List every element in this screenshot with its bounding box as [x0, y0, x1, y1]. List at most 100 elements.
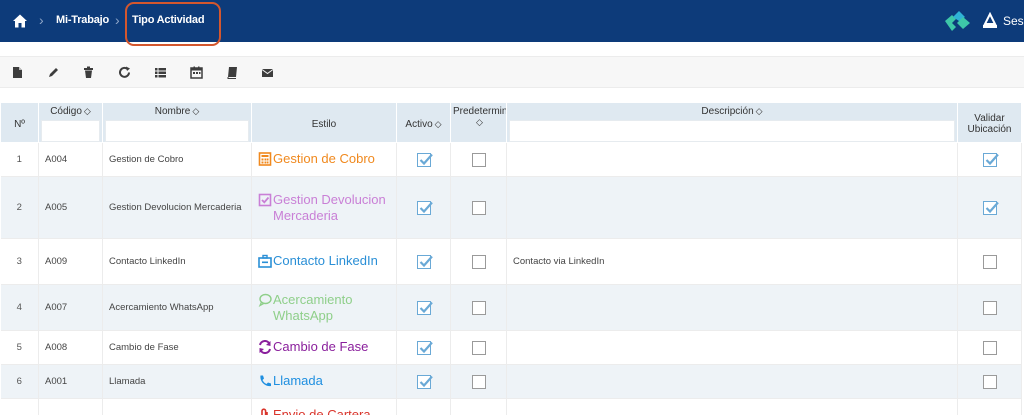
estilo-preview: Acercamiento WhatsApp	[258, 292, 390, 324]
nombre-text: Gestion de Cobro	[109, 154, 184, 165]
table-row[interactable]: 2 A005 Gestion Devolucion Mercaderia Gestio…	[0, 176, 1022, 239]
table-row[interactable]: Envio de Cartera	[0, 398, 1022, 415]
activo-checkbox[interactable]	[416, 254, 433, 269]
validar-ubicacion-checkbox[interactable]	[982, 340, 997, 355]
descripcion-cell	[506, 176, 958, 239]
validar-ubicacion-checkbox[interactable]	[982, 200, 999, 215]
codigo-filter-input[interactable]	[41, 120, 100, 142]
predeterminado-checkbox[interactable]	[471, 374, 486, 389]
column-header-activo[interactable]: Activo ◇	[396, 102, 451, 143]
table-row[interactable]: 6 A001 Llamada Llamada	[0, 364, 1022, 399]
sort-icon: ◇	[83, 106, 91, 116]
row-number-cell	[0, 398, 39, 415]
codigo-cell	[38, 398, 103, 415]
activo-checkbox[interactable]	[416, 340, 433, 355]
table-row[interactable]: 3 A009 Contacto LinkedIn Contacto LinkedIn C…	[0, 238, 1022, 285]
session-link[interactable]: Ses	[1003, 14, 1024, 28]
predeterminado-checkbox[interactable]	[471, 300, 486, 315]
nombre-text: Gestion Devolucion Mercaderia	[109, 202, 242, 213]
list-icon[interactable]	[154, 66, 167, 79]
validar-ubicacion-cell	[957, 238, 1022, 285]
book-icon[interactable]	[226, 66, 239, 79]
paperclip-icon	[258, 407, 273, 415]
predeterminado-checkbox[interactable]	[471, 152, 486, 167]
column-header-estilo: Estilo	[251, 102, 397, 143]
chevron-right-icon: ›	[115, 12, 120, 28]
predeterminado-cell	[450, 284, 507, 331]
column-header-codigo[interactable]: Código ◇	[38, 102, 103, 143]
codigo-cell: A005	[38, 176, 103, 239]
row-number-cell: 3	[0, 238, 39, 285]
new-document-icon[interactable]	[11, 66, 24, 79]
sort-icon: ◇	[476, 117, 483, 127]
estilo-label: Contacto LinkedIn	[273, 252, 378, 268]
predeterminado-checkbox[interactable]	[471, 340, 486, 355]
descripcion-cell	[506, 142, 958, 177]
nombre-filter-input[interactable]	[105, 120, 249, 142]
briefcase-icon	[258, 253, 273, 268]
calculator-icon	[258, 151, 273, 166]
validar-ubicacion-checkbox[interactable]	[982, 300, 997, 315]
breadcrumb-item-mi-trabajo[interactable]: Mi-Trabajo	[56, 14, 109, 26]
activo-cell	[396, 398, 451, 415]
estilo-cell: Llamada	[251, 364, 397, 399]
sort-icon: ◇	[755, 106, 763, 116]
row-number: 5	[16, 342, 22, 353]
user-icon[interactable]	[981, 12, 999, 30]
estilo-label: Envio de Cartera	[273, 406, 371, 415]
activo-checkbox[interactable]	[416, 374, 433, 389]
activo-cell	[396, 176, 451, 239]
delete-icon[interactable]	[82, 66, 95, 79]
calendar-icon[interactable]	[190, 66, 203, 79]
table-row[interactable]: 1 A004 Gestion de Cobro Gestion de Cobro	[0, 142, 1022, 177]
validar-ubicacion-checkbox[interactable]	[982, 374, 997, 389]
validar-ubicacion-cell	[957, 176, 1022, 239]
descripcion-cell	[506, 284, 958, 331]
estilo-preview: Gestion Devolucion Mercaderia	[258, 192, 390, 224]
home-icon[interactable]	[12, 13, 28, 29]
codigo-cell: A008	[38, 330, 103, 365]
refresh-icon[interactable]	[118, 66, 131, 79]
column-header-descripcion[interactable]: Descripción ◇	[506, 102, 958, 143]
validar-ubicacion-checkbox[interactable]	[982, 254, 997, 269]
estilo-label: Cambio de Fase	[273, 338, 369, 354]
column-header-predeterminado[interactable]: Predetermin ◇	[450, 102, 507, 143]
estilo-cell: Cambio de Fase	[251, 330, 397, 365]
chevron-right-icon: ›	[39, 12, 44, 28]
predeterminado-checkbox[interactable]	[471, 200, 486, 215]
predeterminado-cell	[450, 398, 507, 415]
descripcion-filter-input[interactable]	[509, 120, 955, 142]
row-number: 2	[16, 202, 22, 213]
breadcrumb-highlight-annotation	[125, 2, 221, 46]
nombre-cell: Acercamiento WhatsApp	[102, 284, 252, 331]
descripcion-cell	[506, 330, 958, 365]
top-navbar: › Mi-Trabajo › Tipo Actividad Ses	[0, 0, 1024, 46]
estilo-cell: Gestion de Cobro	[251, 142, 397, 177]
activo-checkbox[interactable]	[416, 152, 433, 167]
activo-cell	[396, 238, 451, 285]
row-number-cell: 2	[0, 176, 39, 239]
row-number: 4	[16, 302, 22, 313]
codigo-text: A008	[45, 342, 68, 353]
activo-checkbox[interactable]	[416, 300, 433, 315]
toolbar	[0, 56, 1024, 88]
validar-ubicacion-checkbox[interactable]	[982, 152, 999, 167]
predeterminado-checkbox[interactable]	[471, 254, 486, 269]
predeterminado-cell	[450, 176, 507, 239]
descripcion-cell	[506, 364, 958, 399]
mail-icon[interactable]	[261, 66, 274, 79]
descripcion-cell	[506, 398, 958, 415]
edit-icon[interactable]	[47, 66, 60, 79]
activo-checkbox[interactable]	[416, 200, 433, 215]
column-header-nombre[interactable]: Nombre ◇	[102, 102, 252, 143]
row-number-cell: 4	[0, 284, 39, 331]
codigo-text: A004	[45, 154, 68, 165]
codigo-text: A007	[45, 302, 68, 313]
codigo-cell: A009	[38, 238, 103, 285]
row-number: 1	[16, 154, 22, 165]
validar-ubicacion-cell	[957, 398, 1022, 415]
table-row[interactable]: 5 A008 Cambio de Fase Cambio de Fase	[0, 330, 1022, 365]
nombre-cell: Cambio de Fase	[102, 330, 252, 365]
table-row[interactable]: 4 A007 Acercamiento WhatsApp Acercamiento W…	[0, 284, 1022, 331]
activity-type-grid: Nº Código ◇ Nombre ◇ Estilo Activo ◇ Pred	[0, 102, 1024, 415]
